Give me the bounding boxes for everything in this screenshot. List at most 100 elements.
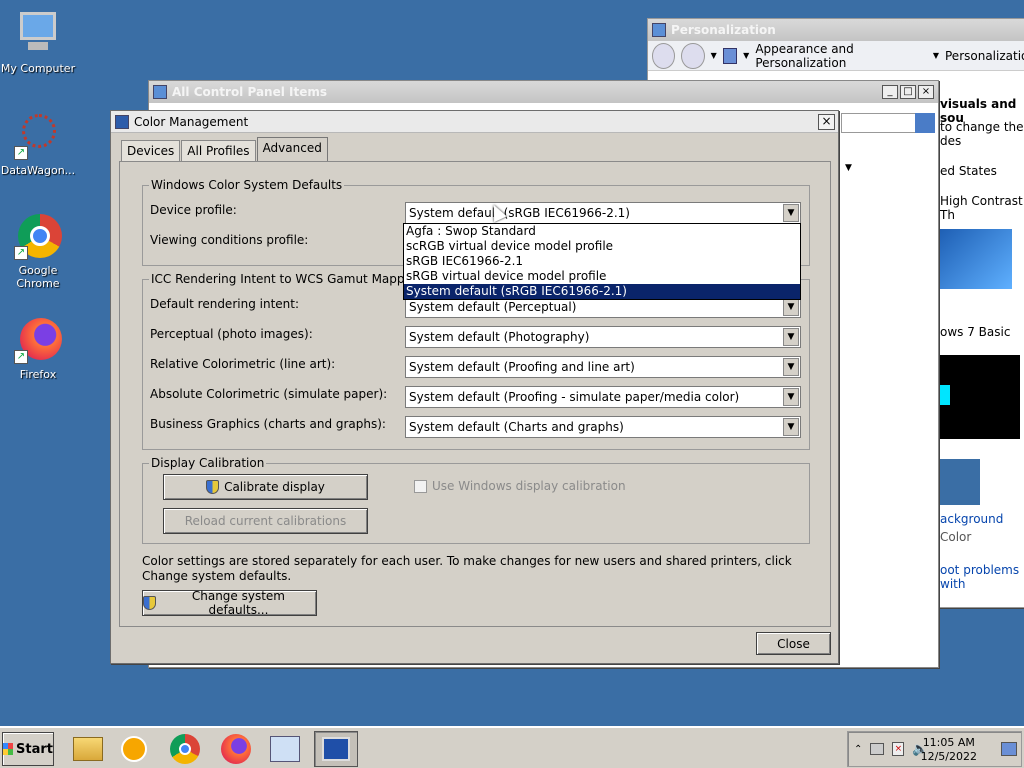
use-calibration-checkbox[interactable] [414,480,427,493]
start-button[interactable]: Start [2,732,54,766]
search-icon[interactable] [915,113,935,133]
maximize-button[interactable]: □ [900,85,916,99]
device-profile-label: Device profile: [150,203,237,217]
chevron-down-icon[interactable]: ▼ [743,51,749,60]
theme-label[interactable]: High Contrast Th [940,194,1024,222]
desktop-icon-label: My Computer [0,62,76,75]
chrome-taskbar-button[interactable] [163,731,207,767]
use-calibration-label: Use Windows display calibration [432,479,626,493]
theme-thumbnail[interactable] [940,229,1012,289]
firefox-taskbar-button[interactable] [214,731,258,767]
personalization-titlebar: Personalization [648,19,1024,41]
shield-icon [206,480,220,494]
calibrate-display-button[interactable]: Calibrate display [163,474,368,500]
desktop-background-link[interactable]: ackground [940,512,1003,526]
forward-button[interactable] [681,42,705,69]
button-label: Calibrate display [224,480,325,494]
select-value: System default (Proofing and line art) [409,360,635,374]
clock[interactable]: 11:05 AM 12/5/2022 [921,736,977,764]
breadcrumb-personalization[interactable]: Personalization [945,49,1024,63]
desktop-icon-google-chrome[interactable]: ↗ Google Chrome [0,212,78,290]
desktop-icon-firefox[interactable]: ↗ Firefox [0,316,78,381]
group-legend: Display Calibration [151,456,265,470]
dropdown-option-selected[interactable]: System default (sRGB IEC61966-2.1) [404,284,800,299]
change-system-defaults-button[interactable]: Change system defaults... [142,589,317,617]
computer-icon [14,10,62,58]
shield-icon [143,596,156,610]
theme-accent [940,385,950,405]
show-hidden-icons-icon[interactable]: ⌃ [854,744,862,755]
desktop-icon-label: Firefox [19,368,57,381]
group-legend: Windows Color System Defaults [151,178,343,192]
chevron-down-icon[interactable]: ▼ [933,51,939,60]
action-center-icon[interactable]: × [892,742,905,756]
media-player-taskbar-button[interactable] [112,731,156,767]
background-thumbnail[interactable] [940,459,980,505]
control-panel-icon [722,47,738,64]
business-graphics-select[interactable]: System default (Charts and graphs) ▼ [405,416,801,438]
chevron-down-icon[interactable]: ▼ [783,388,799,406]
shortcut-arrow-icon: ↗ [14,146,28,160]
firefox-icon: ↗ [14,316,62,364]
color-management-taskbar-button[interactable] [314,731,358,767]
chevron-down-icon[interactable]: ▼ [783,418,799,436]
button-label: Reload current calibrations [184,514,347,528]
chrome-icon: ↗ [14,212,62,260]
control-panel-icon [270,736,300,762]
device-profile-select[interactable]: System default (sRGB IEC61966-2.1) ▼ [405,202,801,224]
reload-calibrations-button[interactable]: Reload current calibrations [163,508,368,534]
tab-advanced[interactable]: Advanced [256,137,328,161]
close-button[interactable]: Close [756,632,831,655]
theme-label[interactable]: ed States [940,164,997,178]
theme-thumbnail[interactable] [940,355,1020,439]
troubleshoot-link[interactable]: oot problems with [940,563,1024,591]
close-button[interactable]: × [918,85,934,99]
window-title: All Control Panel Items [172,85,328,99]
folder-icon [73,737,103,761]
desktop-icon-datawagon[interactable]: ↗ DataWagon... [0,112,78,177]
chevron-down-icon[interactable]: ▼ [783,328,799,346]
select-value: System default (Proofing - simulate pape… [409,390,740,404]
perceptual-select[interactable]: System default (Photography) ▼ [405,326,801,348]
dialog-titlebar: Color Management [111,111,838,133]
back-button[interactable] [652,42,676,69]
tab-devices[interactable]: Devices [121,140,181,161]
select-value: System default (Perceptual) [409,300,577,314]
relative-colorimetric-select[interactable]: System default (Proofing and line art) ▼ [405,356,801,378]
taskbar: Start ⌃ × 🔈 11:05 AM 12/5/2022 [0,726,1024,768]
chevron-down-icon[interactable]: ▼ [783,204,799,222]
desktop-icon-my-computer[interactable]: My Computer [0,10,78,75]
absolute-colorimetric-select[interactable]: System default (Proofing - simulate pape… [405,386,801,408]
show-desktop-icon[interactable] [1001,742,1017,756]
chevron-down-icon[interactable]: ▼ [783,298,799,316]
firefox-icon [221,734,251,764]
theme-label[interactable]: ows 7 Basic [940,325,1010,339]
system-tray: ⌃ × 🔈 11:05 AM 12/5/2022 [847,731,1022,767]
tab-all-profiles[interactable]: All Profiles [181,140,256,161]
clock-date: 12/5/2022 [920,750,977,763]
chevron-down-icon[interactable]: ▼ [845,163,852,173]
minimize-button[interactable]: _ [882,85,898,99]
control-panel-titlebar: All Control Panel Items _ □ × [149,81,938,103]
device-profile-dropdown-list[interactable]: Agfa : Swop Standard scRGB virtual devic… [403,223,801,300]
network-icon[interactable] [870,743,885,755]
breadcrumb-appearance[interactable]: Appearance and Personalization [755,42,927,70]
dropdown-option[interactable]: Agfa : Swop Standard [404,224,800,239]
dropdown-option[interactable]: sRGB IEC61966-2.1 [404,254,800,269]
close-icon[interactable]: × [818,114,835,130]
select-value: System default (Photography) [409,330,590,344]
perceptual-label: Perceptual (photo images): [150,327,313,341]
dropdown-option[interactable]: scRGB virtual device model profile [404,239,800,254]
desktop-icon-label: Google Chrome [16,264,60,290]
explorer-taskbar-button[interactable] [66,731,110,767]
shortcut-arrow-icon: ↗ [14,246,28,260]
color-management-dialog[interactable]: Color Management × Devices All Profiles … [110,110,839,664]
control-panel-taskbar-button[interactable] [263,731,307,767]
window-color-link[interactable]: Color [940,530,971,544]
dropdown-option[interactable]: sRGB virtual device model profile [404,269,800,284]
chevron-down-icon[interactable]: ▼ [783,358,799,376]
absolute-colorimetric-label: Absolute Colorimetric (simulate paper): [150,387,388,401]
chevron-down-icon[interactable]: ▼ [711,51,717,60]
datawagon-icon: ↗ [14,112,62,160]
monitor-icon [322,737,350,761]
